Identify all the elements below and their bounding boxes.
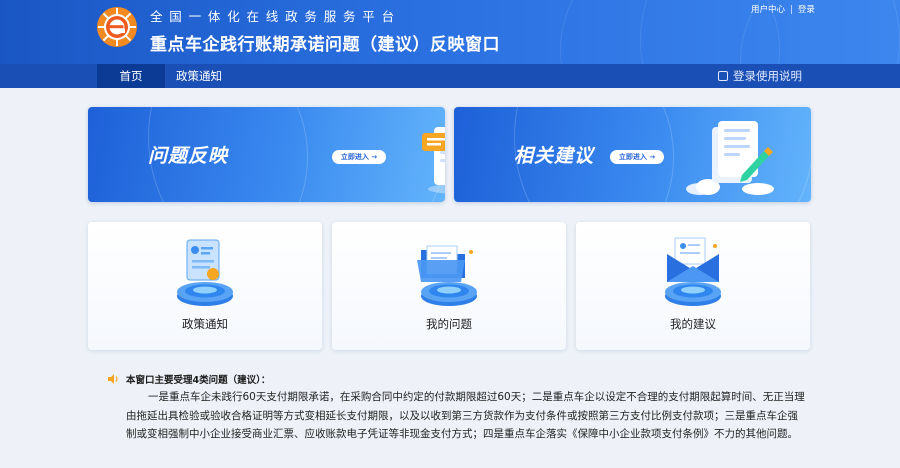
login-help-link[interactable]: 登录使用说明	[718, 64, 802, 88]
user-links: 用户中心 | 登录	[751, 3, 815, 15]
platform-subtitle: 全国一体化在线政务服务平台	[150, 9, 401, 24]
card-my-suggestions[interactable]: 我的建议	[576, 222, 810, 350]
nav-home[interactable]: 首页	[97, 64, 165, 88]
enter-button[interactable]: 立即进入 →	[332, 150, 386, 164]
suggestion-document-icon	[686, 121, 774, 195]
folder-icon	[417, 245, 477, 306]
card-label: 我的问题	[426, 317, 472, 331]
page-title: 重点车企践行账期承诺问题（建议）反映窗口	[150, 35, 500, 55]
banner-title: 相关建议	[514, 145, 595, 167]
main-nav: 首页 政策通知 登录使用说明	[0, 64, 900, 88]
policy-document-icon	[177, 239, 233, 306]
site-header: 全国一体化在线政务服务平台 重点车企践行账期承诺问题（建议）反映窗口 用户中心 |…	[0, 0, 900, 64]
banner-related-suggestions[interactable]: 相关建议 立即进入 →	[454, 107, 811, 202]
banner-title: 问题反映	[148, 145, 229, 167]
notice-text: 一是重点车企未践行60天支付期限承诺，在采购合同中约定的付款期限超过60天；二是…	[126, 391, 805, 440]
speaker-icon	[108, 374, 118, 384]
envelope-icon	[665, 237, 721, 306]
card-policy-notice[interactable]: 政策通知	[88, 222, 322, 350]
login-help-label: 登录使用说明	[733, 69, 802, 83]
notice-title: 本窗口主要受理4类问题（建议）：	[126, 375, 271, 386]
banner-problem-report[interactable]: 问题反映 立即进入 →	[88, 107, 445, 202]
document-report-icon	[422, 127, 445, 194]
book-icon	[718, 71, 728, 81]
notice-section: 本窗口主要受理4类问题（建议）： 一是重点车企未践行60天支付期限承诺，在采购合…	[88, 366, 810, 468]
card-my-problems[interactable]: 我的问题	[332, 222, 566, 350]
card-label: 我的建议	[670, 317, 716, 331]
user-center-link[interactable]: 用户中心	[751, 3, 785, 15]
link-separator: |	[790, 5, 793, 15]
login-link[interactable]: 登录	[798, 3, 815, 15]
enter-button[interactable]: 立即进入 →	[610, 150, 664, 164]
card-label: 政策通知	[182, 317, 228, 331]
logo-icon	[98, 8, 136, 46]
nav-policy[interactable]: 政策通知	[165, 64, 233, 88]
notice-body: 一是重点车企未践行60天支付期限承诺，在采购合同中约定的付款期限超过60天；二是…	[126, 388, 806, 444]
